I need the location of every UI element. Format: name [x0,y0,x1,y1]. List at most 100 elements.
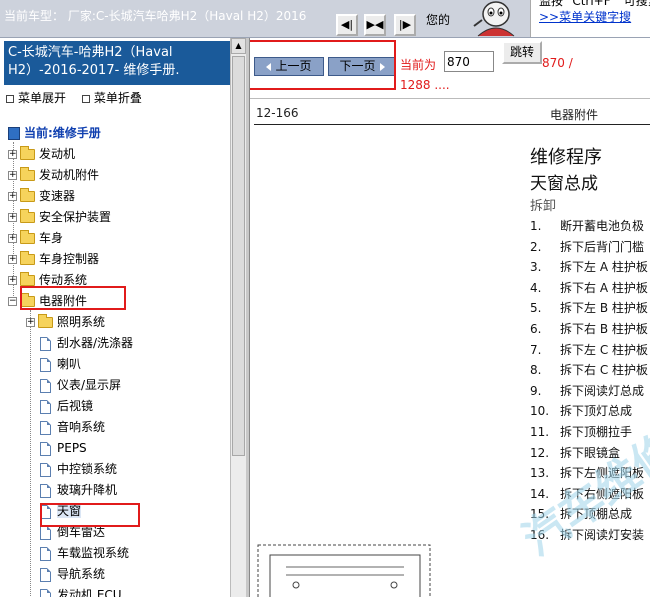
tree-item[interactable]: 音响系统 [40,418,105,436]
step-number: 9. [530,383,542,398]
minus-icon[interactable]: − [8,297,17,306]
tree-folder-body[interactable]: + 车身 [8,229,63,247]
mascot-icon [473,1,515,37]
assembly-heading: 天窗总成 [530,174,598,194]
tree-folder-lighting[interactable]: + 照明系统 [26,313,105,331]
toggle-frame-button[interactable]: ▶◀ [364,14,386,36]
tree-folder-safety[interactable]: + 安全保护装置 [8,208,111,226]
document-icon [40,483,51,498]
plus-icon[interactable]: + [8,213,17,222]
search-hint-box: 监按 "Ctrl+F " 可搜索 >>菜单关键字搜 [530,0,650,37]
procedure-step: 10. 拆下顶灯总成 [530,402,632,419]
tree-label: 倒车雷达 [57,525,106,539]
tree-scrollbar[interactable]: ▲ [230,38,246,597]
tree-folder-body-controller[interactable]: + 车身控制器 [8,250,99,268]
tree-item[interactable]: 中控锁系统 [40,460,117,478]
document-icon [40,546,51,561]
scroll-up-icon[interactable]: ▲ [231,38,246,54]
document-icon [40,462,51,477]
tree-folder-engine-accessories[interactable]: + 发动机附件 [8,166,99,184]
plus-icon[interactable]: + [8,150,17,159]
collapse-menu-link[interactable]: 菜单折叠 [94,91,142,105]
manual-book-icon [8,127,20,140]
document-panel: 上一页 下一页 当前为 跳转 870 / 1288 .... 12-166 电器… [250,38,650,597]
procedure-step: 5. 拆下左 B 柱护板 [530,299,648,316]
current-page-label: 当前为 [400,58,437,72]
plus-icon[interactable]: + [8,192,17,201]
tree-line [30,310,31,597]
tree-item[interactable]: 导航系统 [40,565,105,583]
removal-heading: 拆卸 [530,199,557,214]
collapse-icon[interactable] [81,95,90,103]
folder-icon [20,167,35,181]
tree-item[interactable]: 仪表/显示屏 [40,376,121,394]
sunroof-drawing [257,544,431,597]
tree-folder-engine[interactable]: + 发动机 [8,145,75,163]
tree-item[interactable]: 车载监视系统 [40,544,129,562]
step-text: 拆下右 B 柱护板 [560,322,648,336]
expand-menu-link[interactable]: 菜单展开 [18,91,66,105]
procedure-step: 8. 拆下右 C 柱护板 [530,361,648,378]
tree-item[interactable]: 后视镜 [40,397,93,415]
step-number: 13. [530,466,550,481]
step-number: 3. [530,260,542,275]
step-number: 6. [530,322,542,336]
tree-label: PEPS [57,441,87,455]
tree-label: 变速器 [39,189,76,203]
tree-item[interactable]: 刮水器/洗涤器 [40,334,133,352]
expand-icon[interactable] [6,95,14,103]
tree-label: 发动机 [39,147,76,161]
manual-page: 12-166 电器附件 维修程序 天窗总成 拆卸 1. 断开蓄电池负极 2. 拆下后背… [250,98,650,597]
folder-icon [20,146,35,160]
last-frame-button[interactable]: |▶ [394,14,416,36]
plus-icon[interactable]: + [8,171,17,180]
plus-icon[interactable]: + [26,318,35,327]
tree-label: 后视镜 [57,399,94,413]
plus-icon[interactable]: + [8,255,17,264]
page-number: 12-166 [256,106,299,120]
first-frame-button[interactable]: ◀| [336,14,358,36]
document-icon [40,378,51,393]
tree-item[interactable]: 发动机 ECU [40,586,122,597]
step-text: 拆下左 B 柱护板 [560,301,648,316]
folder-icon [38,314,53,328]
tree-item[interactable]: PEPS [40,439,87,457]
tree-label: 仪表/显示屏 [57,378,122,392]
step-number: 2. [530,239,542,254]
page-number-input[interactable] [444,51,494,72]
step-text: 拆下顶灯总成 [560,404,633,419]
tree-label: 车身 [39,231,64,245]
tree-item[interactable]: 喇叭 [40,355,81,373]
folder-icon [20,230,35,244]
document-icon [40,399,51,414]
search-hint-text: 监按 "Ctrl+F " 可搜索 [539,0,650,8]
step-number: 1. [530,219,542,233]
procedure-step: 9. 拆下阅读灯总成 [530,382,644,399]
document-icon [40,441,51,456]
highlight-box-sunroof [40,503,140,527]
step-text: 拆下后背门门槛 [560,239,645,254]
document-icon [40,420,51,435]
document-icon [40,567,51,582]
tree-item[interactable]: 玻璃升降机 [40,481,117,499]
partial-text: 您的 [426,13,451,27]
current-car-line: 当前车型： 厂家:C-长城汽车哈弗H2（Haval H2）2016 [4,9,307,23]
procedure-step: 6. 拆下右 B 柱护板 [530,320,648,337]
document-icon [40,588,51,597]
step-text: 拆下左 C 柱护板 [560,342,649,357]
go-to-page-button[interactable]: 跳转 [502,41,542,64]
app-window: 当前车型： 厂家:C-长城汽车哈弗H2（Haval H2）2016 ◀| ▶◀ … [0,0,650,597]
folder-icon [20,188,35,202]
scroll-thumb[interactable] [232,56,245,456]
current-label: 当前:维修手册 [24,126,101,140]
tree-label: 中控锁系统 [57,462,118,476]
tree-root-current[interactable]: 当前:维修手册 [8,124,101,142]
step-text: 拆下左 A 柱护板 [560,260,648,275]
tree-folder-transmission[interactable]: + 变速器 [8,187,75,205]
manual-title: C-长城汽车-哈弗H2（Haval H2）-2016-2017- 维修手册. [4,41,230,85]
tree-label: 照明系统 [57,315,106,329]
plus-icon[interactable]: + [8,234,17,243]
menu-search-link[interactable]: >>菜单关键字搜 [539,10,650,24]
plus-icon[interactable]: + [8,276,17,285]
tree-label: 传动系统 [39,273,88,287]
